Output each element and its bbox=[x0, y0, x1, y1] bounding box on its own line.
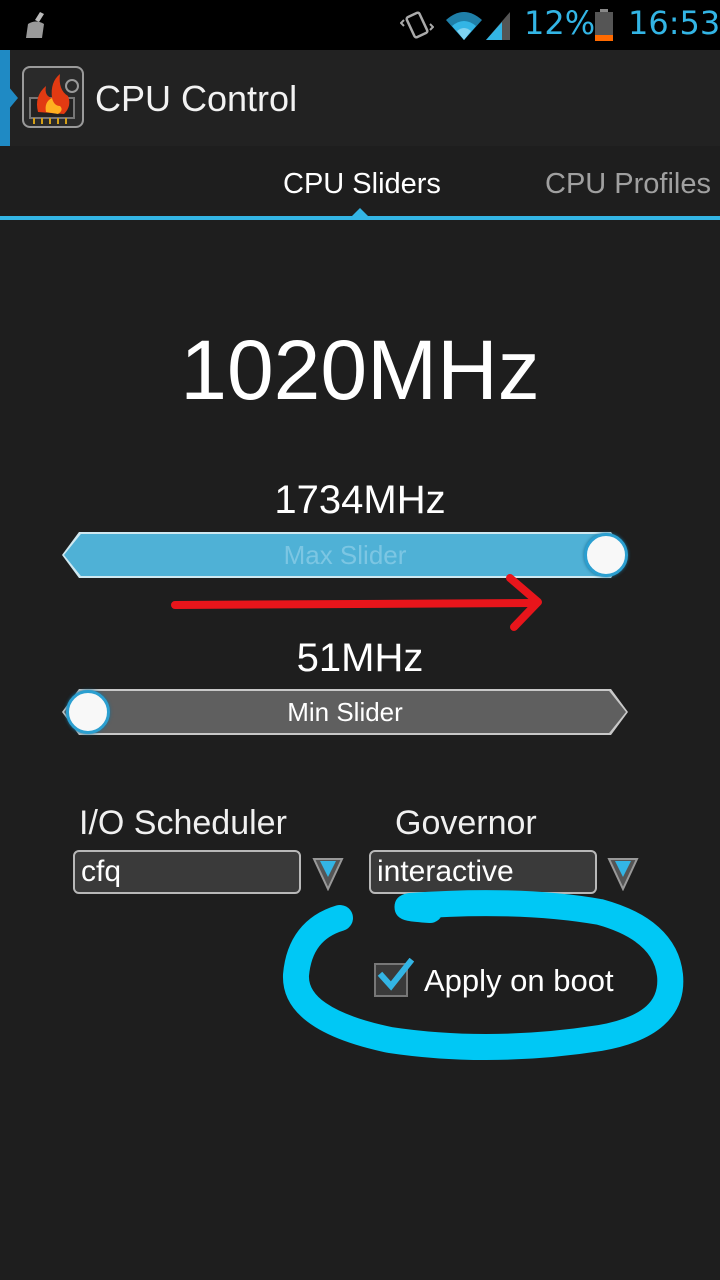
min-slider[interactable]: Min Slider bbox=[62, 689, 628, 735]
cpu-flame-icon[interactable] bbox=[22, 66, 84, 128]
annotation-arrow bbox=[171, 574, 542, 631]
tab-cpu-sliders[interactable]: CPU Sliders bbox=[283, 168, 441, 201]
max-slider-thumb[interactable] bbox=[584, 533, 628, 577]
action-bar: CPU Control bbox=[0, 50, 720, 146]
io-scheduler-label: I/O Scheduler bbox=[79, 804, 287, 842]
up-caret-icon bbox=[8, 86, 18, 110]
governor-select[interactable]: interactive bbox=[369, 850, 597, 894]
tab-underline bbox=[0, 216, 720, 220]
chevron-down-icon[interactable] bbox=[312, 855, 344, 891]
current-frequency: 1020MHz bbox=[180, 323, 540, 417]
status-bar: 12% 16:53 bbox=[0, 0, 720, 50]
io-scheduler-select[interactable]: cfq bbox=[73, 850, 301, 894]
signal-icon bbox=[486, 12, 510, 40]
wifi-icon bbox=[446, 12, 482, 40]
check-icon bbox=[377, 958, 414, 991]
min-slider-thumb[interactable] bbox=[66, 690, 110, 734]
min-slider-label: Min Slider bbox=[64, 691, 626, 733]
battery-percent: 12% bbox=[524, 4, 596, 42]
tab-cpu-profiles[interactable]: CPU Profiles bbox=[545, 168, 711, 201]
max-slider-label: Max Slider bbox=[64, 534, 626, 576]
battery-icon bbox=[595, 9, 613, 41]
clock: 16:53 bbox=[628, 4, 720, 42]
vibrate-icon bbox=[400, 11, 434, 39]
max-frequency-value: 1734MHz bbox=[274, 478, 446, 522]
broom-icon bbox=[26, 12, 44, 38]
apply-on-boot-label[interactable]: Apply on boot bbox=[424, 963, 614, 999]
min-frequency-value: 51MHz bbox=[296, 636, 424, 680]
governor-label: Governor bbox=[395, 804, 537, 842]
tab-selected-indicator bbox=[352, 208, 368, 216]
app-title: CPU Control bbox=[95, 78, 298, 119]
tab-bar: CPU Sliders CPU Profiles bbox=[0, 146, 720, 220]
chevron-down-icon[interactable] bbox=[607, 855, 639, 891]
